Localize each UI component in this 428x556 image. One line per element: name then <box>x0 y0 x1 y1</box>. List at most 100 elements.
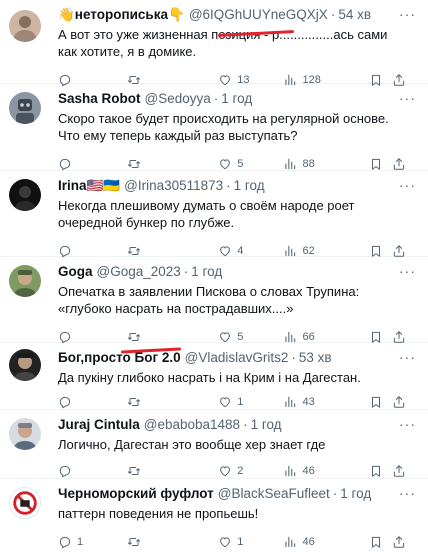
views-button[interactable]: 66 <box>283 330 368 344</box>
share-button[interactable] <box>392 535 416 549</box>
reply-tweet[interactable]: Irina🇺🇸🇺🇦 @Irina30511873 · 1 год ··· Нек… <box>0 171 428 258</box>
tweet-header: Черноморский фуфлот @BlackSeaFufleet · 1… <box>58 485 418 503</box>
bookmark-button[interactable] <box>369 157 393 171</box>
like-button[interactable]: 1 <box>218 395 283 409</box>
like-button[interactable]: 4 <box>218 244 283 258</box>
tweet-header: Бог,просто Бог 2.0 @VladislavGrits2 · 53… <box>58 349 418 367</box>
like-count: 1 <box>237 536 244 548</box>
views-button[interactable]: 46 <box>283 535 368 549</box>
timestamp[interactable]: 54 хв <box>338 6 371 24</box>
avatar[interactable] <box>9 349 41 381</box>
bookmark-icon <box>371 245 380 257</box>
share-button[interactable] <box>392 464 416 478</box>
separator-dot: · <box>332 486 338 501</box>
retweet-button[interactable] <box>127 395 218 409</box>
share-icon <box>394 396 405 408</box>
display-name[interactable]: Juraj Cintula <box>58 416 140 434</box>
tweet-header: Juraj Cintula @ebaboba1488 · 1 год <box>58 416 418 434</box>
bookmark-button[interactable] <box>369 535 393 549</box>
retweet-button[interactable] <box>127 157 218 171</box>
user-handle[interactable]: @BlackSeaFufleet <box>218 485 330 503</box>
no-entry-sign-icon <box>10 488 40 518</box>
retweet-button[interactable] <box>127 535 218 549</box>
user-handle[interactable]: @6IQGhUUYneGQXjX <box>189 6 328 24</box>
reply-button[interactable]: 1 <box>58 535 127 549</box>
tweet-header: Sasha Robot @Sedoyya · 1 год <box>58 90 418 108</box>
avatar[interactable] <box>9 265 41 297</box>
more-options-icon[interactable]: ··· <box>399 263 416 279</box>
share-icon <box>394 158 405 170</box>
like-button[interactable]: 2 <box>218 464 283 478</box>
reply-icon <box>59 465 71 478</box>
timestamp[interactable]: 1 год <box>191 263 222 281</box>
display-name[interactable]: Черноморский фуфлот <box>58 485 214 503</box>
separator-dot: · <box>243 417 248 432</box>
like-button[interactable]: 5 <box>218 157 283 171</box>
reply-button[interactable] <box>58 395 127 409</box>
bookmark-button[interactable] <box>369 464 393 478</box>
user-handle[interactable]: @Goga_2023 <box>97 263 181 281</box>
display-name[interactable]: 👋неторописька👇 <box>58 6 185 24</box>
user-handle[interactable]: @ebaboba1488 <box>144 416 240 434</box>
more-options-icon[interactable]: ··· <box>399 485 416 501</box>
separator-dot: · <box>213 91 219 106</box>
timestamp[interactable]: 1 год <box>234 177 265 195</box>
reply-button[interactable] <box>58 464 127 478</box>
tweet-text: Да пукіну глибоко насрать і на Крим і на… <box>58 370 361 385</box>
views-button[interactable]: 88 <box>283 157 368 171</box>
views-button[interactable]: 43 <box>283 395 368 409</box>
display-name[interactable]: Goga <box>58 263 93 281</box>
avatar[interactable] <box>9 418 41 450</box>
reply-button[interactable] <box>58 244 127 258</box>
user-handle[interactable]: @Irina30511873 <box>124 177 223 195</box>
share-button[interactable] <box>392 330 416 344</box>
like-button[interactable]: 5 <box>218 330 283 344</box>
reply-tweet[interactable]: Sasha Robot @Sedoyya · 1 год ··· Скоро т… <box>0 84 428 171</box>
timestamp[interactable]: 1 год <box>340 485 371 503</box>
display-name[interactable]: Sasha Robot <box>58 90 141 108</box>
more-options-icon[interactable]: ··· <box>399 349 416 365</box>
avatar[interactable] <box>9 10 41 42</box>
retweet-icon <box>128 467 141 475</box>
more-options-icon[interactable]: ··· <box>399 90 416 106</box>
avatar[interactable] <box>9 487 41 519</box>
reply-tweet[interactable]: Бог,просто Бог 2.0 @VladislavGrits2 · 53… <box>0 343 428 410</box>
like-button[interactable]: 1 <box>218 535 283 549</box>
more-options-icon[interactable]: ··· <box>399 416 416 432</box>
more-options-icon[interactable]: ··· <box>399 177 416 193</box>
timestamp[interactable]: 1 год <box>221 90 252 108</box>
share-button[interactable] <box>392 395 416 409</box>
user-handle[interactable]: @Sedoyya <box>145 90 211 108</box>
avatar[interactable] <box>9 92 41 124</box>
views-button[interactable]: 62 <box>283 244 368 258</box>
like-count: 1 <box>237 396 244 408</box>
timestamp[interactable]: 1 год <box>251 416 282 434</box>
display-name[interactable]: Irina🇺🇸🇺🇦 <box>58 177 120 195</box>
retweet-icon <box>128 398 141 406</box>
bookmark-button[interactable] <box>369 395 393 409</box>
reply-tweet[interactable]: Goga @Goga_2023 · 1 год ··· Опечатка в з… <box>0 257 428 344</box>
timestamp[interactable]: 53 хв <box>299 349 332 367</box>
reply-button[interactable] <box>58 330 127 344</box>
retweet-button[interactable] <box>127 244 218 258</box>
share-button[interactable] <box>392 157 416 171</box>
reply-tweet[interactable]: 👋неторописька👇 @6IQGhUUYneGQXjX · 54 хв … <box>0 0 428 87</box>
share-button[interactable] <box>392 244 416 258</box>
retweet-button[interactable] <box>127 464 218 478</box>
more-options-icon[interactable]: ··· <box>399 6 416 22</box>
views-count: 88 <box>302 158 315 170</box>
bookmark-button[interactable] <box>369 330 393 344</box>
reply-icon <box>59 331 71 344</box>
bookmark-button[interactable] <box>369 244 393 258</box>
separator-dot: · <box>330 7 336 22</box>
avatar[interactable] <box>9 179 41 211</box>
display-name[interactable]: Бог,просто Бог 2.0 <box>58 349 181 367</box>
heart-icon <box>220 397 231 408</box>
reply-tweet[interactable]: Черноморский фуфлот @BlackSeaFufleet · 1… <box>0 479 428 552</box>
user-handle[interactable]: @VladislavGrits2 <box>185 349 289 367</box>
reply-tweet[interactable]: Juraj Cintula @ebaboba1488 · 1 год ··· Л… <box>0 410 428 479</box>
reply-button[interactable] <box>58 157 127 171</box>
retweet-button[interactable] <box>127 330 218 344</box>
separator-dot: · <box>291 350 296 365</box>
views-button[interactable]: 46 <box>283 464 368 478</box>
